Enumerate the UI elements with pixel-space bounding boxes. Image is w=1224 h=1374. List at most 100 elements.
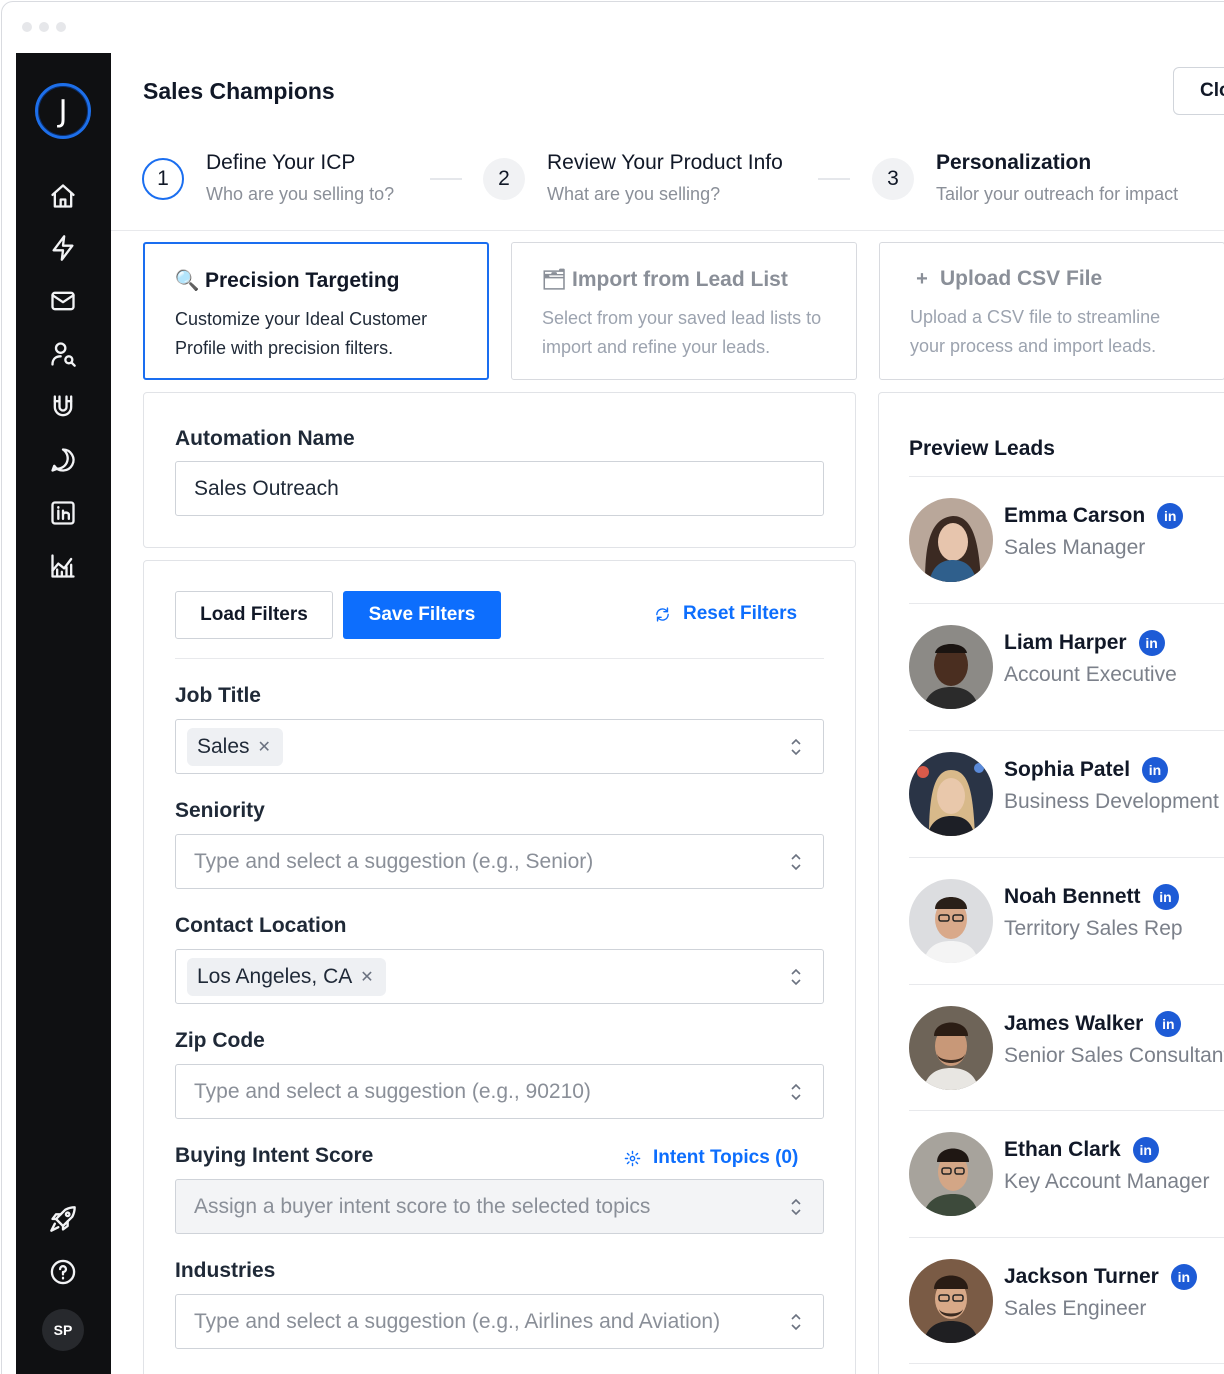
lead-role: Sales Manager <box>1004 536 1146 559</box>
linkedin-icon[interactable]: in <box>1142 757 1169 783</box>
lead-avatar <box>909 1132 993 1216</box>
step-2-number[interactable]: 2 <box>483 158 525 200</box>
magnifier-icon: 🔍 <box>174 270 200 292</box>
buying-intent-select[interactable]: Assign a buyer intent score to the selec… <box>175 1179 824 1234</box>
lead-row[interactable]: Liam Harper in Account Executive <box>909 625 1224 752</box>
card-description: Upload a CSV file to streamline your pro… <box>910 307 1161 356</box>
step-connector <box>818 178 850 180</box>
preview-leads-title: Preview Leads <box>909 437 1055 460</box>
save-filters-button[interactable]: Save Filters <box>343 591 501 639</box>
step-1-subtitle: Who are you selling to? <box>206 184 395 204</box>
lead-name: Jackson Turner <box>1004 1265 1159 1288</box>
filters-divider <box>175 658 824 659</box>
card-description: Select from your saved lead lists to imp… <box>542 308 822 357</box>
app-logo[interactable]: J <box>35 83 91 139</box>
user-search-icon[interactable] <box>47 338 79 370</box>
reset-filters-label: Reset Filters <box>683 603 798 624</box>
chat-icon[interactable] <box>47 444 79 476</box>
mail-icon[interactable] <box>47 285 79 317</box>
lead-divider <box>909 1363 1224 1364</box>
job-title-select[interactable]: Sales ✕ <box>175 719 824 774</box>
remove-chip-icon[interactable]: ✕ <box>360 967 373 987</box>
buying-intent-placeholder: Assign a buyer intent score to the selec… <box>194 1194 651 1218</box>
seniority-select[interactable]: Type and select a suggestion (e.g., Seni… <box>175 834 824 889</box>
chip-label: Los Angeles, CA <box>197 964 353 988</box>
contact-location-select[interactable]: Los Angeles, CA ✕ <box>175 949 824 1004</box>
remove-chip-icon[interactable]: ✕ <box>258 737 271 757</box>
magnet-icon[interactable] <box>47 391 79 423</box>
chevron-updown-icon <box>789 736 803 758</box>
window-controls <box>22 22 66 32</box>
industries-select[interactable]: Type and select a suggestion (e.g., Airl… <box>175 1294 824 1349</box>
lead-name: Noah Bennett <box>1004 885 1141 908</box>
lead-name: Emma Carson <box>1004 504 1146 527</box>
lead-row[interactable]: James Walker in Senior Sales Consultant <box>909 1006 1224 1133</box>
step-2-title: Review Your Product Info <box>547 151 783 174</box>
buying-intent-label: Buying Intent Score <box>175 1144 374 1167</box>
step-2-subtitle: What are you selling? <box>547 184 721 204</box>
step-3-number[interactable]: 3 <box>872 158 914 200</box>
close-button[interactable]: Clo <box>1173 67 1224 115</box>
automation-name-input[interactable]: Sales Outreach <box>175 461 824 516</box>
lightning-icon[interactable] <box>47 232 79 264</box>
rocket-icon[interactable] <box>47 1203 79 1235</box>
card-title: Upload CSV File <box>940 267 1103 290</box>
lead-row[interactable]: Noah Bennett in Territory Sales Rep <box>909 879 1224 1006</box>
home-icon[interactable] <box>47 180 79 212</box>
reset-filters-link[interactable]: Reset Filters <box>654 603 797 625</box>
lead-name: Ethan Clark <box>1004 1138 1121 1161</box>
lead-row[interactable]: Emma Carson in Sales Manager <box>909 498 1224 625</box>
step-1-title: Define Your ICP <box>206 151 356 174</box>
user-avatar[interactable]: SP <box>42 1309 84 1351</box>
lead-avatar <box>909 498 993 582</box>
linkedin-icon[interactable] <box>47 497 79 529</box>
lead-row[interactable]: Ethan Clark in Key Account Manager <box>909 1132 1224 1259</box>
chart-icon[interactable] <box>47 550 79 582</box>
chevron-updown-icon <box>789 851 803 873</box>
load-filters-button[interactable]: Load Filters <box>175 591 333 639</box>
upload-csv-card[interactable]: + Upload CSV File Upload a CSV file to st… <box>879 242 1224 380</box>
lead-name: James Walker <box>1004 1012 1144 1035</box>
location-chip[interactable]: Los Angeles, CA ✕ <box>187 957 386 996</box>
zip-code-select[interactable]: Type and select a suggestion (e.g., 9021… <box>175 1064 824 1119</box>
intent-topics-link[interactable]: Intent Topics (0) <box>624 1147 798 1169</box>
sidebar: J SP <box>16 53 111 1374</box>
linkedin-icon[interactable]: in <box>1157 503 1184 529</box>
lead-avatar <box>909 625 993 709</box>
zip-code-placeholder: Type and select a suggestion (e.g., 9021… <box>194 1079 591 1103</box>
page-title: Sales Champions <box>143 78 335 104</box>
contact-location-label: Contact Location <box>175 914 347 937</box>
import-lead-list-card[interactable]: 🗂 Import from Lead List Select from your … <box>511 242 857 380</box>
lead-divider <box>909 1110 1224 1111</box>
linkedin-icon[interactable]: in <box>1155 1011 1182 1037</box>
lead-role: Business Development <box>1004 790 1219 813</box>
lead-divider <box>909 730 1224 731</box>
zip-code-label: Zip Code <box>175 1029 265 1052</box>
lead-avatar <box>909 1259 993 1343</box>
job-title-chip[interactable]: Sales ✕ <box>187 727 283 766</box>
lead-row[interactable]: Sophia Patel in Business Development <box>909 752 1224 879</box>
help-icon[interactable] <box>47 1256 79 1288</box>
linkedin-icon[interactable]: in <box>1152 884 1179 910</box>
lead-name: Liam Harper <box>1004 631 1127 654</box>
intent-topics-label: Intent Topics (0) <box>653 1147 799 1168</box>
linkedin-icon[interactable]: in <box>1138 630 1165 656</box>
lead-role: Account Executive <box>1004 663 1177 686</box>
lead-role: Territory Sales Rep <box>1004 917 1183 940</box>
step-3-subtitle: Tailor your outreach for impact <box>936 184 1179 204</box>
lead-role: Key Account Manager <box>1004 1170 1210 1193</box>
lead-avatar <box>909 1006 993 1090</box>
lead-divider <box>909 476 1224 477</box>
linkedin-icon[interactable]: in <box>1170 1264 1197 1290</box>
step-connector <box>430 178 462 180</box>
lead-role: Sales Engineer <box>1004 1297 1147 1320</box>
lead-divider <box>909 984 1224 985</box>
chevron-updown-icon <box>789 1081 803 1103</box>
linkedin-icon[interactable]: in <box>1132 1137 1159 1163</box>
step-1-number[interactable]: 1 <box>142 158 184 200</box>
chip-label: Sales <box>197 734 250 758</box>
job-title-label: Job Title <box>175 684 261 707</box>
precision-targeting-card[interactable]: 🔍 Precision Targeting Customize your Idea… <box>143 242 489 380</box>
lead-name: Sophia Patel <box>1004 758 1131 781</box>
lead-row[interactable]: Jackson Turner in Sales Engineer <box>909 1259 1224 1374</box>
